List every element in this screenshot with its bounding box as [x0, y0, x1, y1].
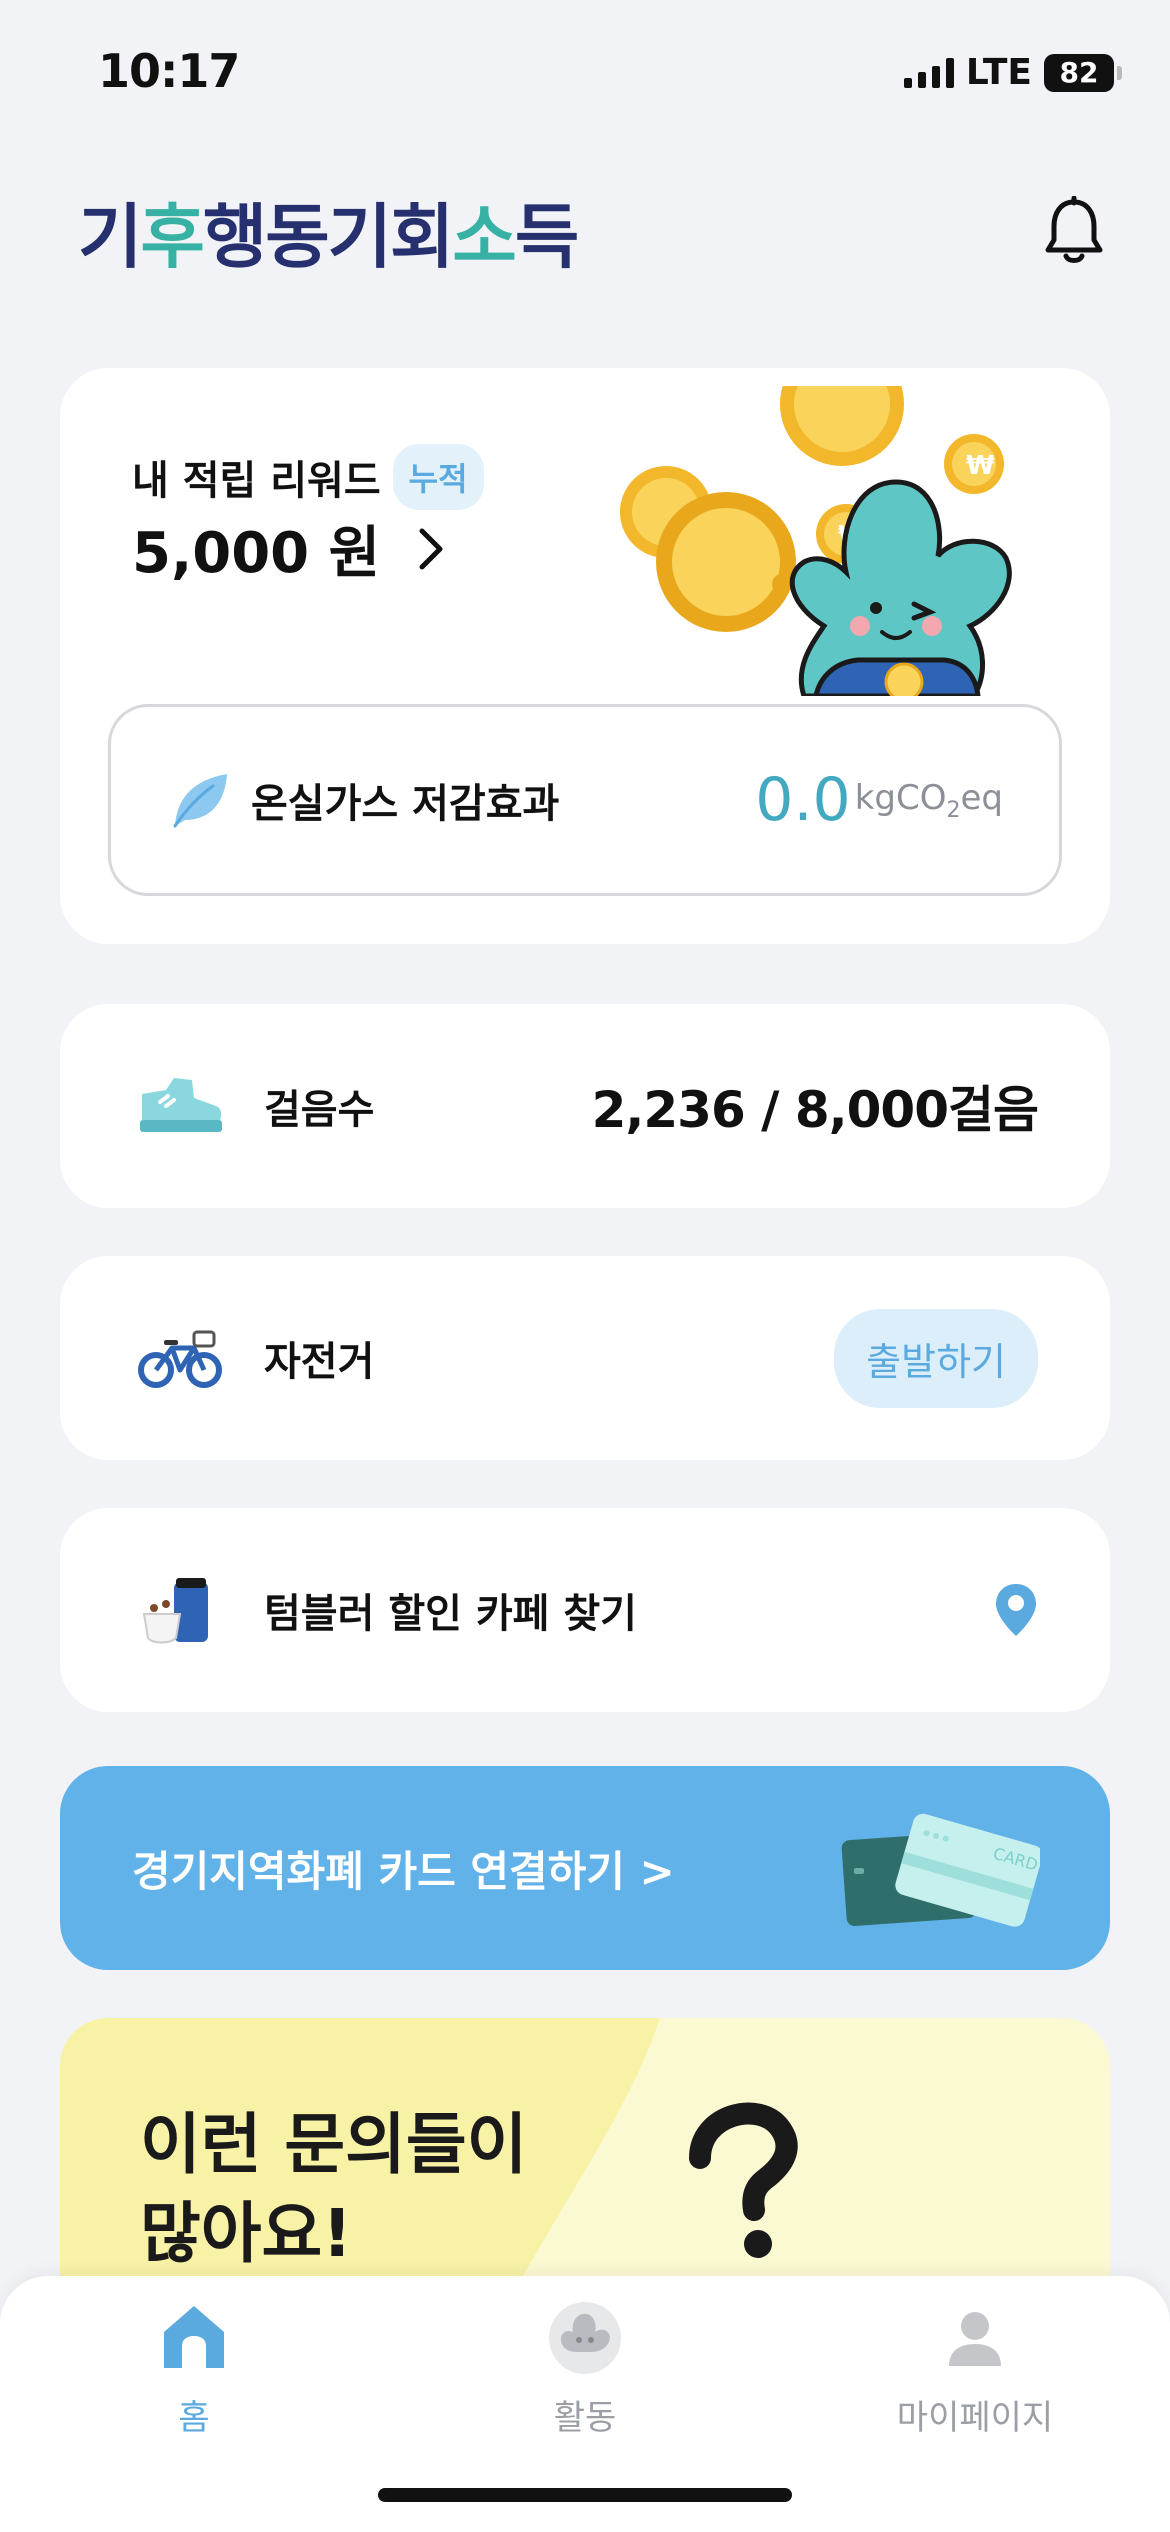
- bike-card: 자전거 출발하기: [60, 1256, 1110, 1460]
- status-indicators: LTE 82: [903, 52, 1122, 93]
- ghg-label: 온실가스 저감효과: [251, 781, 560, 827]
- steps-value: 2,236 / 8,000걸음: [591, 1081, 1039, 1139]
- bell-icon[interactable]: [1040, 196, 1108, 268]
- tab-mypage[interactable]: 마이페이지: [855, 2300, 1095, 2439]
- battery-icon: 82: [1044, 53, 1122, 92]
- sneaker-icon: [132, 1058, 228, 1154]
- tab-home[interactable]: 홈: [74, 2300, 314, 2439]
- coins-mascot-illustration: ₩ ₩: [620, 386, 1012, 696]
- tab-activity[interactable]: 활동: [465, 2300, 705, 2439]
- app-logo: 기후행동기회소득: [78, 186, 579, 278]
- reward-label-row: 내 적립 리워드 누적: [132, 444, 484, 510]
- reward-label: 내 적립 리워드: [132, 458, 381, 504]
- signal-icon: [903, 57, 954, 88]
- steps-label: 걸음수: [264, 1087, 375, 1133]
- tab-home-label: 홈: [178, 2398, 210, 2438]
- battery-level: 82: [1059, 56, 1099, 89]
- home-indicator: [378, 2488, 792, 2502]
- bicycle-icon: [132, 1310, 228, 1406]
- ghg-value: 0.0: [755, 765, 851, 835]
- map-pin-icon[interactable]: [994, 1582, 1038, 1638]
- tumbler-label: 텀블러 할인 카페 찾기: [264, 1591, 637, 1637]
- bike-label: 자전거: [264, 1339, 375, 1385]
- ghg-reduction-box: 온실가스 저감효과 0.0 kgCO2eq: [108, 704, 1062, 896]
- status-time: 10:17: [98, 44, 240, 98]
- svg-text:₩: ₩: [966, 451, 995, 481]
- ghg-unit: kgCO2eq: [854, 777, 1003, 823]
- reward-amount-link[interactable]: 5,000 원: [132, 508, 446, 589]
- mascot-activity-icon: [549, 2302, 621, 2374]
- steps-card[interactable]: 걸음수 2,236 / 8,000걸음: [60, 1004, 1110, 1208]
- person-icon: [949, 2312, 1001, 2366]
- network-type: LTE: [965, 52, 1032, 93]
- tumbler-cafe-card[interactable]: 텀블러 할인 카페 찾기: [60, 1508, 1110, 1712]
- home-icon: [164, 2306, 224, 2368]
- local-currency-card-banner[interactable]: 경기지역화폐 카드 연결하기 > CARD: [60, 1766, 1110, 1970]
- tab-mypage-label: 마이페이지: [896, 2398, 1054, 2438]
- card-illustration: CARD: [841, 1813, 1040, 1927]
- logo-text: 기후행동기회소득: [78, 195, 579, 278]
- faq-title: 이런 문의들이 많아요!: [140, 2106, 528, 2273]
- accumulated-badge: 누적: [392, 444, 484, 510]
- depart-button[interactable]: 출발하기: [834, 1308, 1038, 1408]
- status-bar: 10:17 LTE 82: [0, 0, 1170, 150]
- tab-activity-label: 활동: [553, 2398, 617, 2438]
- chevron-right-icon: [419, 528, 443, 569]
- reward-amount: 5,000 원: [132, 521, 381, 586]
- tumbler-cup-icon: [132, 1562, 228, 1658]
- leaf-icon: [173, 774, 227, 828]
- banner-text: 경기지역화폐 카드 연결하기 >: [132, 1846, 675, 1896]
- reward-card: 내 적립 리워드 누적 5,000 원 ₩ ₩ 온실가스 저감효과 0.0 kg…: [60, 368, 1110, 944]
